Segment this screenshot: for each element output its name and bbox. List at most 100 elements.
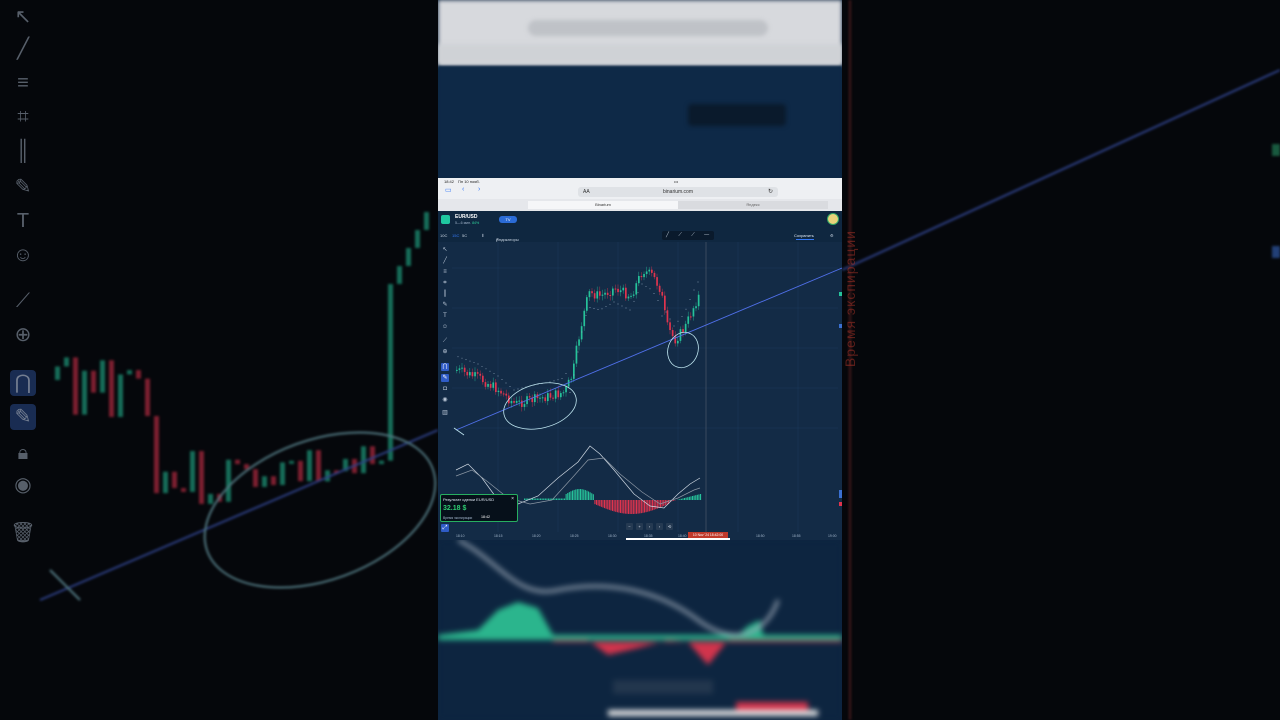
histogram-bar: [584, 490, 586, 500]
histogram-bar: [538, 498, 540, 500]
sar-dot: [677, 320, 679, 322]
emoji-icon[interactable]: ☺: [441, 323, 449, 331]
time-tick: 18:20: [532, 534, 541, 538]
zoom-icon[interactable]: ⊕: [441, 348, 449, 356]
histogram-bar: [634, 500, 636, 514]
histogram-bar: [605, 500, 607, 509]
bg-candle: [118, 374, 123, 417]
candle: [692, 308, 695, 317]
time-tick: 19:00: [828, 534, 837, 538]
histogram-bar: [685, 497, 687, 500]
bg-zoom-icon: ⊕: [14, 324, 32, 346]
histogram-bar: [653, 500, 655, 510]
fullscreen-icon[interactable]: ⤢: [441, 524, 449, 532]
histogram-bar: [645, 500, 647, 513]
video-frame: ↖ ╱ ≡ ⌗ ║ ✎ T ☺ ⟋ ⊕ ⋂ ✎ 🔒︎ ◉ 🗑︎ Время эк…: [0, 0, 1280, 720]
candle: [463, 367, 466, 372]
histogram-bar: [554, 498, 556, 500]
bg-candle: [271, 476, 276, 486]
histogram-bar: [642, 500, 644, 513]
histogram-bar: [597, 500, 599, 506]
sar-dot: [509, 386, 511, 387]
candle: [651, 269, 653, 273]
bg-eye-icon: ◉: [14, 474, 32, 496]
candle: [492, 382, 495, 388]
close-icon[interactable]: ×: [511, 496, 514, 502]
trash-icon[interactable]: ▥: [441, 409, 449, 417]
histogram-bar: [684, 498, 686, 500]
sar-dot: [637, 292, 639, 294]
candle: [565, 386, 567, 393]
candle: [645, 271, 648, 275]
histogram-bar: [532, 498, 534, 500]
histogram-bar: [616, 500, 618, 513]
histogram-bar: [602, 500, 604, 508]
candles-icon[interactable]: ║: [441, 290, 449, 298]
sar-dot: [521, 387, 523, 389]
histogram-bar: [682, 498, 684, 500]
histogram-bar: [525, 498, 527, 500]
sar-dot: [597, 309, 599, 310]
histogram-bar: [557, 498, 559, 500]
cursor-icon[interactable]: ↖: [441, 246, 449, 254]
chart-zoom-controls: − + ‹ › ⟲: [626, 523, 676, 530]
sar-dot: [585, 314, 587, 316]
price-tag-blue: [839, 324, 842, 328]
text-icon[interactable]: T: [441, 312, 449, 320]
eye-icon[interactable]: ◉: [441, 396, 449, 404]
top-blurred-zoom: [438, 0, 842, 178]
sar-dot: [697, 281, 699, 283]
histogram-bar: [581, 489, 583, 500]
histogram-bar: [599, 500, 601, 507]
bg-candle: [199, 451, 204, 504]
candle: [534, 394, 536, 403]
zoom-in-button[interactable]: +: [636, 523, 643, 530]
candle: [612, 288, 614, 296]
bg-candle: [415, 230, 420, 248]
blurred-macd: [438, 540, 842, 720]
candle: [456, 369, 458, 371]
histogram-bar: [629, 500, 631, 514]
histogram-bar: [580, 489, 582, 500]
sar-dot: [685, 308, 687, 310]
histogram-bar: [626, 500, 628, 514]
scroll-right-button[interactable]: ›: [656, 523, 663, 530]
scroll-left-button[interactable]: ‹: [646, 523, 653, 530]
lock-icon[interactable]: ◘: [441, 385, 449, 393]
histogram-bar: [586, 490, 588, 500]
candle: [484, 382, 487, 387]
sar-dot: [605, 306, 607, 308]
bg-emoji-icon: ☺: [12, 244, 34, 266]
histogram-bar: [576, 489, 578, 500]
bg-candle: [307, 450, 312, 482]
magnet-icon[interactable]: ⋂: [441, 363, 449, 371]
shapes-icon[interactable]: ⌗: [441, 279, 449, 287]
sar-dot: [497, 375, 499, 377]
bg-candle: [136, 370, 141, 379]
candle: [586, 297, 588, 311]
histogram-bar: [618, 500, 620, 513]
candle: [557, 390, 560, 398]
ruler-icon[interactable]: ⟋: [441, 337, 449, 345]
hlines-icon[interactable]: ≡: [441, 268, 449, 276]
zoom-out-button[interactable]: −: [626, 523, 633, 530]
sar-dot: [549, 381, 551, 383]
bg-candle: [280, 462, 285, 486]
trendline[interactable]: [455, 267, 842, 431]
stay-drawing-icon[interactable]: ✎: [441, 374, 449, 382]
sar-dot: [461, 357, 463, 359]
candle: [606, 292, 609, 295]
bg-candle: [127, 370, 132, 375]
price-chart[interactable]: [438, 178, 842, 540]
trendline-tool-icon[interactable]: ╱: [441, 257, 449, 265]
sar-dot: [689, 299, 691, 301]
reset-button[interactable]: ⟲: [666, 523, 673, 530]
candle: [515, 400, 518, 403]
histogram-bar: [594, 500, 596, 505]
expiry-label: Время экспирации: [443, 516, 473, 520]
macd-histogram: [524, 489, 702, 514]
sar-dot: [601, 308, 603, 310]
histogram-bar: [548, 498, 550, 500]
candle: [632, 294, 635, 296]
brush-icon[interactable]: ✎: [441, 301, 449, 309]
